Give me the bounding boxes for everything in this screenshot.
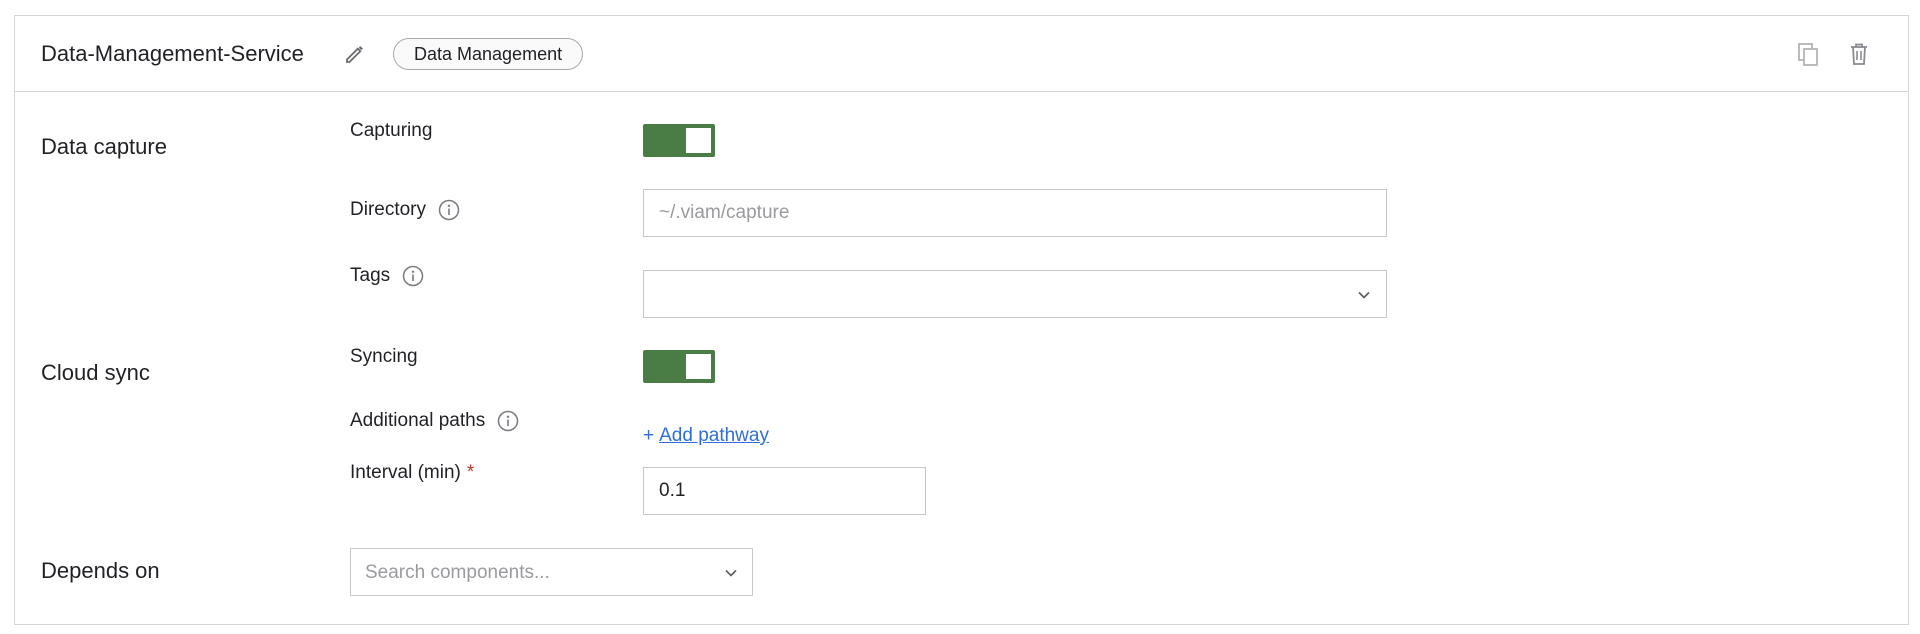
capturing-label: Capturing <box>350 120 432 142</box>
toggle-knob <box>686 354 711 379</box>
copy-icon[interactable] <box>1795 41 1821 67</box>
info-icon[interactable] <box>497 410 519 432</box>
tags-select[interactable] <box>643 270 1387 318</box>
section-depends-on: Depends on <box>41 558 160 583</box>
capturing-toggle[interactable] <box>643 124 715 157</box>
service-title: Data-Management-Service <box>41 41 304 66</box>
syncing-toggle[interactable] <box>643 350 715 383</box>
service-card: Data-Management-Service Data Management <box>14 15 1909 625</box>
directory-input[interactable] <box>643 189 1387 237</box>
additional-paths-label-text: Additional paths <box>350 410 486 431</box>
add-pathway-link[interactable]: + Add pathway <box>643 425 769 447</box>
additional-paths-label: Additional paths <box>350 410 519 432</box>
trash-icon[interactable] <box>1846 41 1872 67</box>
add-pathway-text: Add pathway <box>659 425 769 446</box>
pencil-icon[interactable] <box>343 42 367 66</box>
interval-input[interactable] <box>643 467 926 515</box>
interval-label-text: Interval (min) <box>350 462 461 483</box>
depends-on-select[interactable]: Search components... <box>350 548 753 596</box>
syncing-label-text: Syncing <box>350 346 418 367</box>
required-mark: * <box>466 462 475 483</box>
service-type-badge: Data Management <box>393 38 584 70</box>
chevron-down-icon <box>723 565 739 581</box>
add-pathway-plus: + <box>643 425 655 446</box>
toggle-knob <box>686 128 711 153</box>
section-data-capture: Data capture <box>41 134 167 159</box>
card-header: Data-Management-Service Data Management <box>15 16 1908 92</box>
tags-label-text: Tags <box>350 265 391 286</box>
directory-label-text: Directory <box>350 199 427 220</box>
chevron-down-icon <box>1356 287 1372 303</box>
directory-label: Directory <box>350 199 460 221</box>
depends-on-placeholder: Search components... <box>365 562 550 583</box>
interval-label-container: Interval (min) * <box>350 462 474 484</box>
interval-label: Interval (min) * <box>350 462 474 484</box>
section-cloud-sync: Cloud sync <box>41 360 150 385</box>
info-icon[interactable] <box>402 265 424 287</box>
capturing-label-text: Capturing <box>350 120 433 141</box>
syncing-label: Syncing <box>350 346 418 368</box>
info-icon[interactable] <box>438 199 460 221</box>
tags-label: Tags <box>350 265 424 287</box>
